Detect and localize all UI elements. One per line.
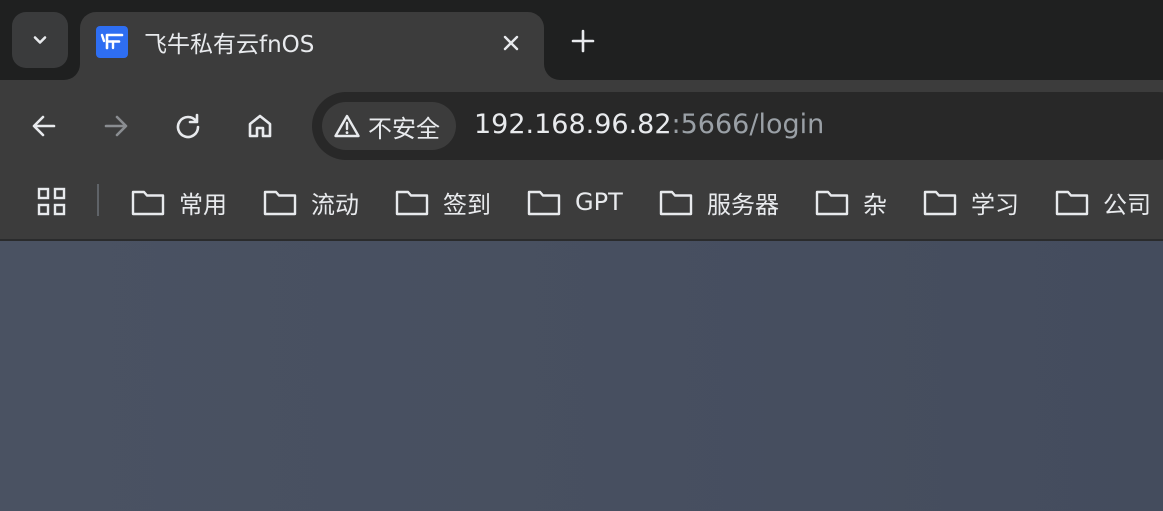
tab-search-button[interactable] [12,12,68,68]
browser-window: 飞牛私有云fnOS 不安全 192.168.96.82:5666/login 常… [0,0,1163,511]
warning-triangle-icon [334,114,360,138]
tab-active[interactable]: 飞牛私有云fnOS [80,12,544,80]
bookmark-folder[interactable]: 学习 [923,182,1019,222]
security-label: 不安全 [368,114,440,143]
folder-icon [263,188,297,216]
bookmark-folder[interactable]: 常用 [131,182,227,222]
fnos-logo-icon [96,26,128,58]
plus-icon [571,29,595,53]
bookmark-folder[interactable]: 公司 [1055,182,1151,222]
home-icon [246,112,274,140]
bookmarks-separator [97,184,99,216]
url-host: 192.168.96.82 [474,109,672,140]
page-content [0,241,1163,511]
folder-icon [815,188,849,216]
url-text[interactable]: 192.168.96.82:5666/login [474,109,824,140]
url-path: :5666/login [671,109,825,140]
address-bar[interactable]: 不安全 192.168.96.82:5666/login [312,92,1163,160]
folder-icon [395,188,429,216]
folder-icon [1055,188,1089,216]
chevron-down-icon [30,30,50,50]
apps-grid-icon [36,186,68,218]
bookmark-label: GPT [575,188,623,216]
bookmark-folder[interactable]: 签到 [395,182,491,222]
bookmarks-bar: 常用 流动 签到 GPT 服务器 杂 学习 公司 [0,172,1163,240]
reload-icon [174,112,202,140]
toolbar: 不安全 192.168.96.82:5666/login [0,80,1163,172]
home-button[interactable] [240,106,280,146]
tab-close-button[interactable] [494,26,528,60]
bookmark-folder[interactable]: 流动 [263,182,359,222]
reload-button[interactable] [168,106,208,146]
bookmark-label: 流动 [311,190,359,219]
folder-icon [131,188,165,216]
bookmark-label: 签到 [443,190,491,219]
tab-title: 飞牛私有云fnOS [144,32,315,58]
back-button[interactable] [24,106,64,146]
bookmark-label: 常用 [179,190,227,219]
new-tab-button[interactable] [564,22,602,60]
tab-strip: 飞牛私有云fnOS [0,0,1163,80]
bookmark-folder[interactable]: GPT [527,182,623,222]
folder-icon [659,188,693,216]
close-icon [502,34,520,52]
folder-icon [923,188,957,216]
forward-button[interactable] [96,106,136,146]
apps-button[interactable] [36,186,68,218]
security-indicator[interactable]: 不安全 [322,102,456,150]
bookmark-label: 公司 [1103,190,1151,219]
bookmark-folder[interactable]: 服务器 [659,182,779,222]
folder-icon [527,188,561,216]
bookmark-folder[interactable]: 杂 [815,182,887,222]
bookmark-label: 杂 [863,190,887,219]
bookmark-label: 服务器 [707,190,779,219]
arrow-left-icon [30,112,58,140]
bookmark-label: 学习 [971,190,1019,219]
arrow-right-icon [102,112,130,140]
